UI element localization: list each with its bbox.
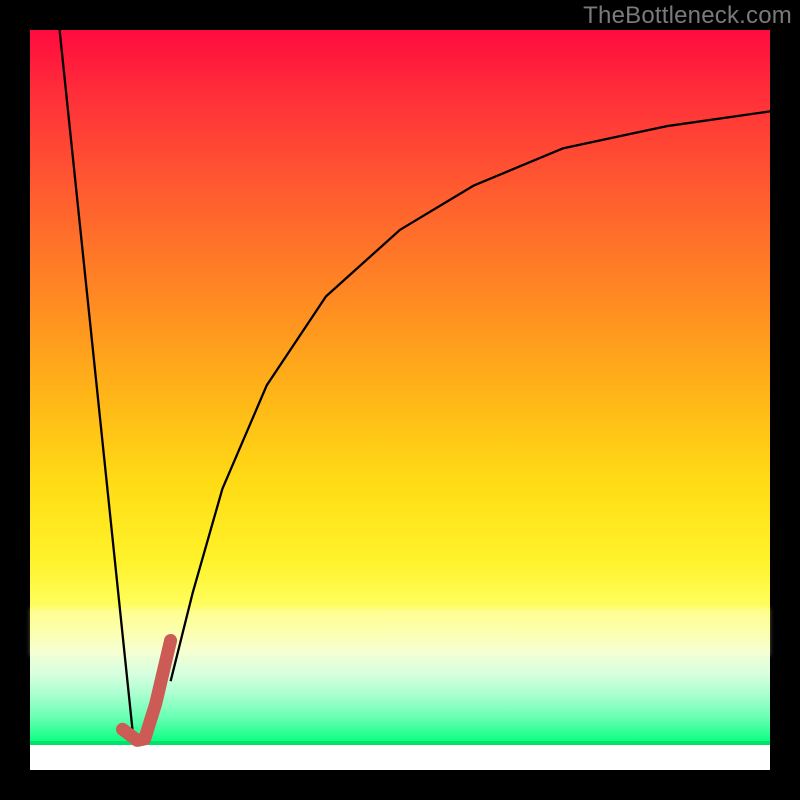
series-left-descent — [60, 30, 134, 740]
series-marker-hook — [123, 641, 171, 741]
watermark-text: TheBottleneck.com — [583, 2, 792, 30]
outer-frame: TheBottleneck.com — [0, 0, 800, 800]
series-right-curve — [171, 111, 770, 681]
curves-svg — [30, 30, 770, 770]
plot-area — [30, 30, 770, 770]
